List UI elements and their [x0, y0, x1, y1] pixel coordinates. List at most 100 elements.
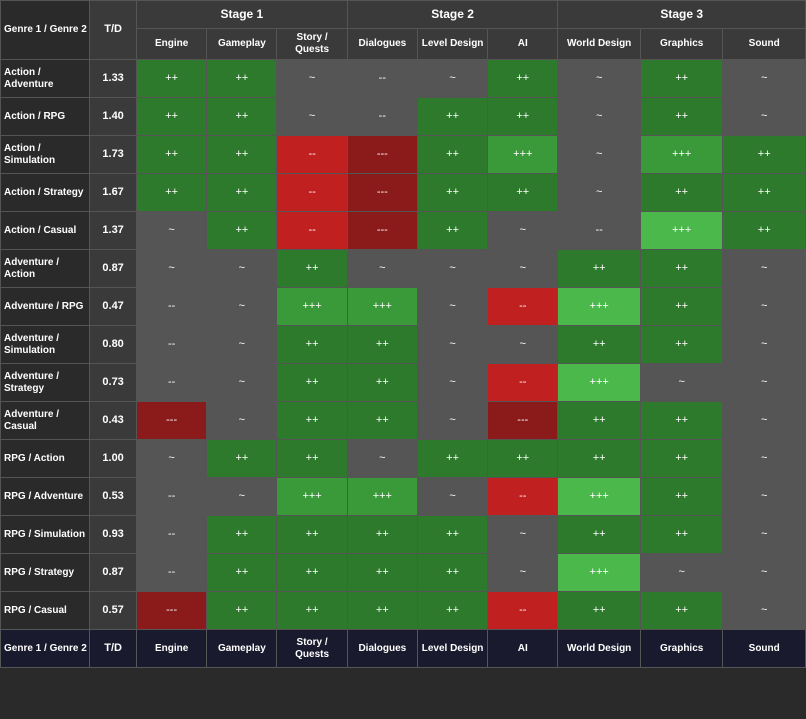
- table-cell: ++: [558, 440, 641, 478]
- table-cell: RPG / Adventure: [1, 478, 90, 516]
- table-cell: ++: [137, 98, 207, 136]
- graphics-header: Graphics: [640, 29, 723, 60]
- table-cell: ~: [723, 288, 806, 326]
- table-cell: ++: [277, 326, 347, 364]
- dialogues-header: Dialogues: [347, 29, 417, 60]
- table-cell: 0.73: [90, 364, 137, 402]
- table-cell: ++: [640, 288, 723, 326]
- table-cell: +++: [558, 288, 641, 326]
- table-cell: ++: [417, 516, 487, 554]
- table-cell: --: [558, 212, 641, 250]
- table-cell: --: [347, 60, 417, 98]
- table-cell: ++: [417, 554, 487, 592]
- table-cell: +++: [558, 364, 641, 402]
- table-cell: ++: [277, 364, 347, 402]
- table-row: Adventure / Simulation0.80--~++++~~++++~: [1, 326, 806, 364]
- gameplay-header: Gameplay: [207, 29, 277, 60]
- table-cell: ~: [488, 212, 558, 250]
- table-cell: ++: [277, 592, 347, 630]
- world-design-header: World Design: [558, 29, 641, 60]
- table-cell: ++: [417, 174, 487, 212]
- footer-ai: AI: [488, 630, 558, 668]
- footer-sound: Sound: [723, 630, 806, 668]
- table-cell: ~: [417, 478, 487, 516]
- table-cell: ~: [137, 250, 207, 288]
- table-cell: ++: [640, 250, 723, 288]
- table-cell: ~: [723, 554, 806, 592]
- table-cell: ++: [558, 516, 641, 554]
- table-cell: +++: [558, 554, 641, 592]
- table-row: Adventure / Action0.87~~++~~~++++~: [1, 250, 806, 288]
- table-cell: ~: [558, 136, 641, 174]
- table-cell: 1.73: [90, 136, 137, 174]
- table-cell: ~: [137, 440, 207, 478]
- table-cell: ++: [417, 592, 487, 630]
- table-cell: ~: [640, 554, 723, 592]
- table-cell: ++: [277, 402, 347, 440]
- table-cell: ~: [417, 60, 487, 98]
- table-cell: ~: [277, 98, 347, 136]
- table-cell: ++: [488, 98, 558, 136]
- table-cell: ~: [207, 364, 277, 402]
- footer-engine: Engine: [137, 630, 207, 668]
- table-cell: ++: [207, 136, 277, 174]
- table-cell: --: [347, 98, 417, 136]
- table-cell: RPG / Casual: [1, 592, 90, 630]
- table-cell: 0.57: [90, 592, 137, 630]
- table-cell: ++: [558, 402, 641, 440]
- table-cell: --: [137, 554, 207, 592]
- table-cell: 0.43: [90, 402, 137, 440]
- table-cell: --: [488, 364, 558, 402]
- table-cell: ++: [488, 60, 558, 98]
- table-cell: ++: [277, 516, 347, 554]
- table-cell: Action / RPG: [1, 98, 90, 136]
- table-cell: +++: [347, 478, 417, 516]
- table-cell: --: [488, 288, 558, 326]
- table-cell: ---: [347, 136, 417, 174]
- footer-world-design: World Design: [558, 630, 641, 668]
- table-cell: ++: [347, 402, 417, 440]
- table-cell: --: [488, 592, 558, 630]
- table-cell: ++: [417, 98, 487, 136]
- table-cell: ~: [488, 250, 558, 288]
- table-cell: ~: [488, 516, 558, 554]
- table-cell: ~: [347, 250, 417, 288]
- table-cell: ++: [640, 440, 723, 478]
- table-cell: ++: [207, 60, 277, 98]
- level-design-header: Level Design: [417, 29, 487, 60]
- footer-genre: Genre 1 / Genre 2: [1, 630, 90, 668]
- footer-graphics: Graphics: [640, 630, 723, 668]
- table-cell: ~: [723, 516, 806, 554]
- table-cell: 0.47: [90, 288, 137, 326]
- table-row: RPG / Simulation0.93--++++++++~++++~: [1, 516, 806, 554]
- table-cell: ++: [137, 174, 207, 212]
- table-cell: 0.80: [90, 326, 137, 364]
- table-cell: Action / Strategy: [1, 174, 90, 212]
- table-cell: ++: [207, 592, 277, 630]
- table-cell: ~: [723, 326, 806, 364]
- table-cell: +++: [488, 136, 558, 174]
- table-cell: ++: [277, 554, 347, 592]
- table-cell: ++: [640, 60, 723, 98]
- table-cell: ~: [417, 326, 487, 364]
- table-cell: ---: [488, 402, 558, 440]
- table-cell: Adventure / RPG: [1, 288, 90, 326]
- footer-dialogues: Dialogues: [347, 630, 417, 668]
- table-cell: 0.87: [90, 554, 137, 592]
- table-cell: ++: [640, 98, 723, 136]
- table-cell: ~: [640, 364, 723, 402]
- table-cell: ++: [207, 516, 277, 554]
- table-cell: ~: [207, 402, 277, 440]
- table-cell: ++: [207, 98, 277, 136]
- table-cell: ++: [558, 326, 641, 364]
- footer-gameplay: Gameplay: [207, 630, 277, 668]
- table-cell: 1.40: [90, 98, 137, 136]
- table-cell: --: [137, 364, 207, 402]
- table-cell: Adventure / Casual: [1, 402, 90, 440]
- table-cell: ++: [347, 554, 417, 592]
- table-cell: RPG / Strategy: [1, 554, 90, 592]
- table-cell: +++: [347, 288, 417, 326]
- table-cell: ~: [207, 326, 277, 364]
- table-cell: 0.53: [90, 478, 137, 516]
- genre-header: Genre 1 / Genre 2: [1, 1, 90, 60]
